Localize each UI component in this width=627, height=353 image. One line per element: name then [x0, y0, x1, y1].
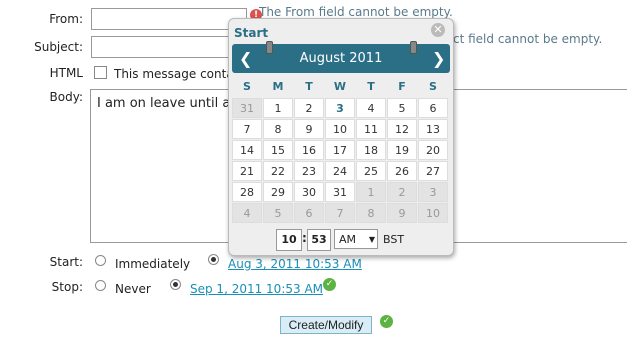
calendar-day[interactable]: 3 [325, 98, 355, 118]
chevron-down-icon: ▼ [368, 235, 375, 244]
ampm-select[interactable]: AM ▼ [334, 229, 378, 249]
stop-never-radio[interactable] [95, 280, 106, 291]
stop-date-link[interactable]: Sep 1, 2011 10:53 AM [190, 282, 323, 296]
calendar-day[interactable]: 22 [263, 161, 293, 181]
create-modify-button[interactable]: Create/Modify [280, 316, 372, 334]
subject-label: Subject: [34, 40, 83, 54]
weekday-header: F [398, 80, 406, 93]
calendar-day[interactable]: 31 [232, 98, 262, 118]
subject-field[interactable] [91, 36, 247, 58]
weekday-header: T [367, 80, 375, 93]
weekday-header: M [272, 80, 284, 93]
calendar-day[interactable]: 10 [418, 203, 448, 223]
start-date-link[interactable]: Aug 3, 2011 10:53 AM [228, 257, 362, 271]
checkmark-icon: ✓ [380, 315, 393, 328]
calendar-day[interactable]: 2 [387, 182, 417, 202]
calendar-day[interactable]: 23 [294, 161, 324, 181]
from-error: The From field cannot be empty. [259, 5, 453, 19]
calendar-day[interactable]: 1 [356, 182, 386, 202]
calendar-day[interactable]: 8 [356, 203, 386, 223]
stop-never-label: Never [115, 282, 151, 296]
date-picker-popup: Start ✕ ❮ August 2011 ❯ SMTWTFS 31 1 2 3 4 5 6… [228, 18, 454, 256]
close-icon[interactable]: ✕ [431, 23, 445, 37]
calendar-day[interactable]: 20 [418, 140, 448, 160]
weekday-header: S [243, 80, 251, 93]
weekday-header: T [305, 80, 313, 93]
weekday-header: S [429, 80, 437, 93]
calendar-day[interactable]: 10 [325, 119, 355, 139]
calendar-day[interactable]: 25 [356, 161, 386, 181]
minute-field[interactable]: 53 [307, 229, 331, 251]
html-label: HTML [49, 66, 83, 80]
calendar-day[interactable]: 7 [325, 203, 355, 223]
start-date-radio[interactable] [208, 254, 219, 265]
calendar-day[interactable]: 8 [263, 119, 293, 139]
subject-error: ct field cannot be empty. [453, 32, 603, 46]
calendar-day[interactable]: 6 [294, 203, 324, 223]
timezone-label: BST [383, 233, 405, 246]
hour-field[interactable]: 10 [276, 229, 302, 251]
from-label: From: [49, 12, 83, 26]
calendar-day[interactable]: 3 [418, 182, 448, 202]
calendar-day[interactable]: 9 [387, 203, 417, 223]
month-header: ❮ August 2011 ❯ [232, 41, 450, 73]
html-checkbox[interactable] [94, 66, 107, 79]
start-immediately-radio[interactable] [95, 255, 106, 266]
popup-title: Start [234, 26, 269, 40]
stop-date-radio[interactable] [170, 279, 181, 290]
calendar-day[interactable]: 5 [387, 98, 417, 118]
calendar-day[interactable]: 28 [232, 182, 262, 202]
start-label: Start: [49, 255, 83, 269]
checkmark-icon: ✓ [323, 278, 336, 291]
start-immediately-label: Immediately [115, 257, 191, 271]
stop-label: Stop: [51, 280, 83, 294]
calendar-day[interactable]: 7 [232, 119, 262, 139]
calendar-day[interactable]: 4 [356, 98, 386, 118]
calendar-day[interactable]: 5 [263, 203, 293, 223]
calendar-day[interactable]: 16 [294, 140, 324, 160]
calendar-day[interactable]: 2 [294, 98, 324, 118]
body-label: Body: [49, 90, 83, 104]
calendar-day[interactable]: 15 [263, 140, 293, 160]
from-field[interactable] [91, 8, 247, 30]
calendar-day[interactable]: 11 [356, 119, 386, 139]
calendar-day[interactable]: 19 [387, 140, 417, 160]
calendar-day[interactable]: 4 [232, 203, 262, 223]
calendar-day[interactable]: 30 [294, 182, 324, 202]
calendar-day[interactable]: 14 [232, 140, 262, 160]
calendar-day[interactable]: 13 [418, 119, 448, 139]
calendar-day[interactable]: 29 [263, 182, 293, 202]
next-month-icon[interactable]: ❯ [432, 49, 445, 68]
calendar-day[interactable]: 31 [325, 182, 355, 202]
html-checkbox-label: This message conta [114, 67, 234, 81]
calendar-day[interactable]: 12 [387, 119, 417, 139]
calendar-day[interactable]: 27 [418, 161, 448, 181]
month-label: August 2011 [299, 51, 383, 66]
weekday-header: W [333, 80, 347, 93]
calendar-day[interactable]: 21 [232, 161, 262, 181]
calendar-day[interactable]: 1 [263, 98, 293, 118]
ampm-value: AM [339, 233, 357, 246]
calendar-day[interactable]: 18 [356, 140, 386, 160]
calendar-day[interactable]: 24 [325, 161, 355, 181]
calendar-day[interactable]: 9 [294, 119, 324, 139]
calendar-day[interactable]: 26 [387, 161, 417, 181]
calendar-day[interactable]: 17 [325, 140, 355, 160]
calendar-day[interactable]: 6 [418, 98, 448, 118]
